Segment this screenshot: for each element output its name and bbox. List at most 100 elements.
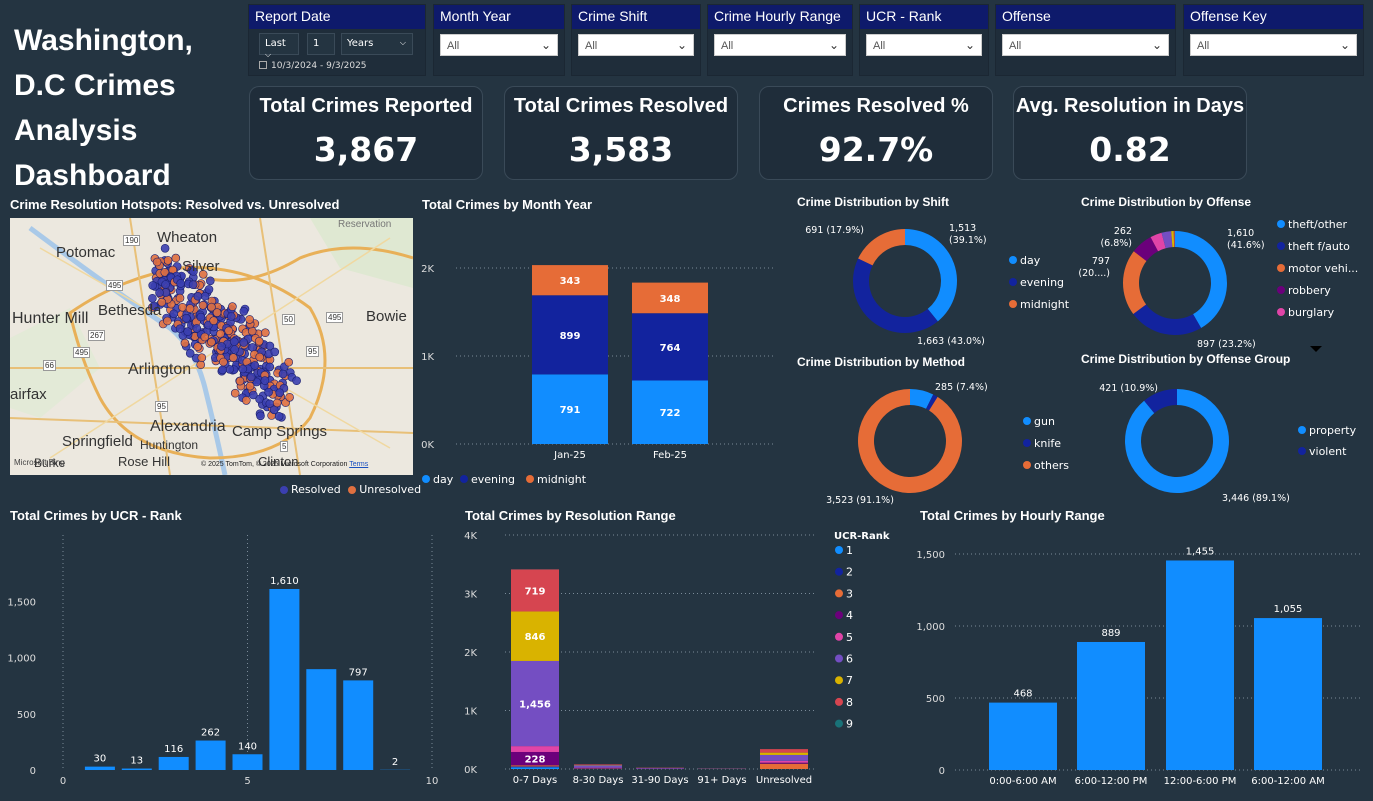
donut-slice[interactable]	[853, 258, 938, 333]
shift-donut-chart[interactable]: 1,513(39.1%) 1,663 (43.0%) 691 (17.9%) day e…	[790, 210, 1075, 350]
legend-label[interactable]: 2	[846, 566, 853, 579]
report-date-unit-dropdown[interactable]: Years ⌵	[341, 33, 413, 55]
legend-label[interactable]: 7	[846, 674, 853, 687]
slicer-offense[interactable]: Offense All ⌄	[995, 4, 1176, 76]
legend-label[interactable]: 4	[846, 609, 853, 622]
bar[interactable]	[1077, 641, 1145, 770]
ucr-rank-chart[interactable]: 0 500 1,000 1,500 0 5 10 30 13 116 262 140 1,610 797 2	[0, 525, 445, 795]
bar-segment[interactable]	[760, 763, 808, 769]
legend-label[interactable]: burglary	[1288, 306, 1335, 319]
bar[interactable]	[195, 740, 226, 770]
legend-label[interactable]: 3	[846, 587, 853, 600]
bar-segment[interactable]	[760, 752, 808, 755]
offense-key-dropdown[interactable]: All ⌄	[1190, 34, 1357, 56]
bar[interactable]	[84, 766, 115, 770]
hotspot-map[interactable]: Potomac Wheaton Silver Bethesda Hunter M…	[10, 218, 413, 475]
bing-logo: Microsoft Bing	[14, 458, 65, 467]
hourly-range-chart[interactable]: 0 500 1,000 1,500 468 0:00-6:00 AM 889 6:00-12:…	[910, 525, 1370, 795]
legend-label[interactable]: violent	[1309, 445, 1347, 458]
bar-segment[interactable]	[760, 760, 808, 763]
bar-segment[interactable]	[511, 746, 559, 752]
legend-label[interactable]: midnight	[537, 473, 587, 486]
legend-label[interactable]: others	[1034, 459, 1069, 472]
legend-label[interactable]: 8	[846, 696, 853, 709]
scroll-down-icon[interactable]	[1310, 346, 1322, 352]
map-place-label: Potomac	[56, 244, 116, 261]
map-point	[245, 315, 254, 324]
legend-dot	[1009, 278, 1017, 286]
map-point	[196, 360, 205, 369]
slicer-report-date[interactable]: Report Date Last ⌵ 1 Years ⌵ 10/3/2024 - …	[248, 4, 426, 76]
month-year-dropdown[interactable]: All ⌄	[440, 34, 558, 56]
slicer-offense-key-label: Offense Key	[1184, 5, 1363, 29]
chevron-down-icon: ⌄	[540, 38, 551, 52]
bar[interactable]	[269, 589, 300, 770]
bar[interactable]	[343, 680, 374, 770]
legend-label[interactable]: property	[1309, 424, 1357, 437]
bar-segment[interactable]	[574, 764, 622, 765]
legend-label[interactable]: midnight	[1020, 298, 1070, 311]
crime-shift-dropdown[interactable]: All ⌄	[578, 34, 694, 56]
bar-segment[interactable]	[574, 767, 622, 769]
bar-segment[interactable]	[511, 766, 559, 768]
legend-dot	[835, 632, 843, 641]
bar[interactable]	[1166, 560, 1234, 770]
legend-label[interactable]: 5	[846, 631, 853, 644]
donut-slice[interactable]	[858, 389, 962, 493]
bar-segment[interactable]	[760, 749, 808, 753]
bar[interactable]	[989, 702, 1057, 770]
map-point	[188, 280, 198, 289]
ucr-rank-dropdown[interactable]: All ⌄	[866, 34, 982, 56]
offense-group-donut-chart[interactable]: 3,446 (89.1%) 421 (10.9%) property violent	[1076, 370, 1366, 505]
slicer-hourly-range[interactable]: Crime Hourly Range All ⌄	[707, 4, 853, 76]
legend-label[interactable]: knife	[1034, 437, 1061, 450]
offense-dropdown[interactable]: All ⌄	[1002, 34, 1169, 56]
legend-label[interactable]: day	[433, 473, 454, 486]
month-year-chart[interactable]: 0K 1K 2K 791 899 343 Jan-25 722 764 348 Feb-25 day e…	[416, 215, 811, 495]
data-label: 262	[1114, 226, 1132, 237]
report-date-count-input[interactable]: 1	[307, 33, 335, 55]
bar[interactable]	[158, 756, 189, 770]
donut-slice[interactable]	[858, 229, 905, 266]
map-point	[175, 324, 185, 333]
legend-label[interactable]: 1	[846, 544, 853, 557]
resolution-range-chart[interactable]: 0K1K2K3K4K2281,4568467190-7 Days 8-30 Day…	[455, 522, 900, 795]
bar[interactable]	[232, 754, 263, 770]
legend-label[interactable]: theft/other	[1288, 218, 1348, 231]
bar-segment[interactable]	[511, 767, 559, 769]
offense-value: All	[1009, 40, 1022, 52]
bar-segment[interactable]	[636, 767, 684, 769]
legend-label[interactable]: day	[1020, 254, 1041, 267]
slicer-crime-shift[interactable]: Crime Shift All ⌄	[571, 4, 701, 76]
offense-donut-chart[interactable]: 1,610(41.6%) 897 (23.2%) 797(20....) 262(6.…	[1076, 210, 1366, 355]
legend-label[interactable]: 9	[846, 718, 853, 731]
donut-slice[interactable]	[1123, 251, 1147, 315]
donut-slice[interactable]	[1175, 231, 1227, 328]
legend-label[interactable]: motor vehi...	[1288, 262, 1358, 275]
legend-label[interactable]: theft f/auto	[1288, 240, 1350, 253]
legend-label[interactable]: gun	[1034, 415, 1055, 428]
legend-label[interactable]: 6	[846, 653, 853, 666]
bar-segment[interactable]	[760, 762, 808, 764]
slicer-offense-key[interactable]: Offense Key All ⌄	[1183, 4, 1364, 76]
shift-chart-title: Crime Distribution by Shift	[797, 195, 950, 209]
report-date-period-dropdown[interactable]: Last ⌵	[259, 33, 299, 59]
legend-label[interactable]: evening	[471, 473, 515, 486]
bar[interactable]	[306, 669, 337, 770]
map-terms-link[interactable]: Terms	[349, 461, 368, 468]
slicer-ucr-rank[interactable]: UCR - Rank All ⌄	[859, 4, 989, 76]
bar[interactable]	[121, 768, 152, 770]
hourly-range-dropdown[interactable]: All ⌄	[714, 34, 846, 56]
bar-segment[interactable]	[574, 765, 622, 768]
donut-slice[interactable]	[1133, 304, 1202, 335]
bar[interactable]	[1254, 618, 1322, 770]
data-label: 846	[525, 632, 546, 643]
legend-item-resolved[interactable]: Resolved	[280, 483, 341, 496]
slicer-month-year[interactable]: Month Year All ⌄	[433, 4, 565, 76]
bar-segment[interactable]	[760, 754, 808, 761]
legend-item-unresolved[interactable]: Unresolved	[348, 483, 421, 496]
slicer-ucr-rank-label: UCR - Rank	[860, 5, 988, 29]
legend-label[interactable]: evening	[1020, 276, 1064, 289]
legend-label[interactable]: robbery	[1288, 284, 1331, 297]
method-donut-chart[interactable]: 285 (7.4%) 3,523 (91.1%) gun knife others	[790, 370, 1075, 505]
